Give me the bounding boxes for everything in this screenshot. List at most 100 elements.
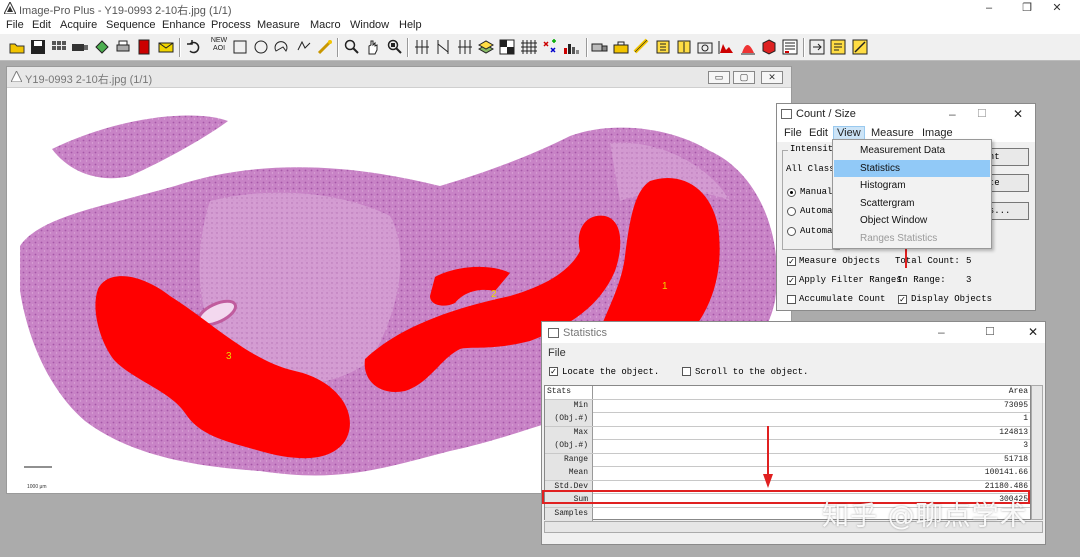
image-close-button[interactable]: ✕ — [761, 71, 783, 84]
minimize-icon[interactable]: – — [938, 325, 945, 339]
bar-tool-icon[interactable] — [434, 38, 452, 56]
undo-icon[interactable] — [185, 38, 203, 56]
report-icon[interactable] — [829, 38, 847, 56]
print-icon[interactable] — [114, 38, 132, 56]
table-row[interactable]: (Obj.#) 1 — [545, 413, 1030, 427]
minimize-icon[interactable]: – — [949, 107, 956, 121]
freehand-icon[interactable] — [295, 38, 313, 56]
color-count-icon[interactable] — [541, 38, 559, 56]
menu-edit[interactable]: Edit — [32, 19, 51, 31]
save-icon[interactable] — [29, 38, 47, 56]
menu-view[interactable]: View — [833, 126, 865, 140]
grid-tool-icon[interactable] — [456, 38, 474, 56]
row-value: 100141.66 — [984, 468, 1028, 477]
line-profile-icon[interactable] — [413, 38, 431, 56]
apply-filter-checkbox[interactable]: ✓ — [787, 276, 796, 285]
close-icon[interactable]: ✕ — [1034, 0, 1080, 17]
truck-icon[interactable] — [591, 38, 609, 56]
row-label: (Obj.#) — [545, 413, 593, 426]
histogram-icon[interactable] — [562, 38, 580, 56]
matrix-icon[interactable] — [498, 38, 516, 56]
menu-window[interactable]: Window — [350, 19, 389, 31]
row-label: Mean — [545, 467, 593, 480]
automatic-radio-1[interactable] — [787, 207, 796, 216]
menu-item-histogram[interactable]: Histogram — [834, 177, 990, 194]
points-icon[interactable] — [520, 38, 538, 56]
object-label-2: 2 — [491, 289, 497, 300]
calibrate-icon[interactable] — [612, 38, 630, 56]
list-icon[interactable] — [675, 38, 693, 56]
hist3-icon[interactable] — [739, 38, 757, 56]
menu-edit[interactable]: Edit — [806, 127, 831, 139]
app-logo-icon — [4, 2, 16, 14]
settings-icon[interactable] — [851, 38, 869, 56]
tally-icon[interactable] — [781, 38, 799, 56]
wand-icon[interactable] — [316, 38, 334, 56]
toolbar-separator — [337, 38, 339, 57]
table-row[interactable]: (Obj.#) 3 — [545, 440, 1030, 454]
image-minimize-button[interactable]: ▭ — [708, 71, 730, 84]
camera2-icon[interactable] — [696, 38, 714, 56]
zoom-fit-icon[interactable] — [386, 38, 404, 56]
menu-file[interactable]: File — [781, 127, 805, 139]
menu-measure[interactable]: Measure — [257, 19, 300, 31]
close-icon[interactable]: ✕ — [1013, 107, 1023, 121]
menu-sequence[interactable]: Sequence — [106, 19, 156, 31]
new-aoi-button[interactable]: NEW AOI — [210, 37, 228, 53]
camera-icon[interactable] — [71, 38, 89, 56]
menu-file[interactable]: File — [6, 19, 24, 31]
menu-item-measurement-data[interactable]: Measurement Data — [834, 142, 990, 159]
zoom-icon[interactable] — [343, 38, 361, 56]
menu-enhance[interactable]: Enhance — [162, 19, 205, 31]
table-row[interactable]: Range 51718 — [545, 453, 1030, 467]
image-maximize-button[interactable]: ▢ — [733, 71, 755, 84]
measure-icon[interactable] — [654, 38, 672, 56]
menu-help[interactable]: Help — [399, 19, 422, 31]
close-icon[interactable]: ✕ — [1028, 325, 1038, 339]
menu-file[interactable]: File — [548, 347, 566, 359]
ellipse-icon[interactable] — [252, 38, 270, 56]
table-row[interactable]: Max 124813 — [545, 426, 1030, 440]
toolbar-separator — [803, 38, 805, 57]
measure-objects-label: Measure Objects — [799, 256, 881, 266]
menu-item-object-window[interactable]: Object Window — [834, 212, 990, 229]
count-size-title: Count / Size — [796, 108, 856, 120]
export-icon[interactable] — [808, 38, 826, 56]
accumulate-checkbox[interactable] — [787, 295, 796, 304]
window-icon — [548, 328, 559, 338]
locate-object-checkbox[interactable]: ✓ — [549, 367, 558, 376]
vertical-scrollbar[interactable] — [1031, 385, 1043, 520]
menu-measure[interactable]: Measure — [868, 127, 917, 139]
menu-macro[interactable]: Macro — [310, 19, 341, 31]
hand-icon[interactable] — [364, 38, 382, 56]
table-row[interactable]: Min 73095 — [545, 399, 1030, 413]
maximize-icon[interactable]: ☐ — [985, 325, 995, 338]
rectangle-icon[interactable] — [231, 38, 249, 56]
measure-objects-checkbox[interactable]: ✓ — [787, 257, 796, 266]
polygon-icon[interactable] — [273, 38, 291, 56]
display-objects-checkbox[interactable]: ✓ — [898, 295, 907, 304]
maximize-icon[interactable]: ☐ — [977, 107, 987, 120]
mail-icon[interactable] — [157, 38, 175, 56]
cube-icon[interactable] — [760, 38, 778, 56]
menu-image[interactable]: Image — [919, 127, 956, 139]
open-icon[interactable] — [8, 38, 26, 56]
table-row[interactable]: Mean 100141.66 — [545, 467, 1030, 481]
menu-item-statistics[interactable]: Statistics — [834, 160, 990, 177]
scroll-object-checkbox[interactable] — [682, 367, 691, 376]
menu-item-scattergram[interactable]: Scattergram — [834, 195, 990, 212]
row-label: Samples — [545, 507, 593, 521]
ruler-icon[interactable] — [633, 38, 651, 56]
menu-acquire[interactable]: Acquire — [60, 19, 97, 31]
manual-radio[interactable] — [787, 188, 796, 197]
automatic-radio-2[interactable] — [787, 227, 796, 236]
layers-icon[interactable] — [477, 38, 495, 56]
menu-process[interactable]: Process — [211, 19, 251, 31]
histo2-icon[interactable] — [717, 38, 735, 56]
area-column-header[interactable]: Area — [594, 386, 1030, 399]
book-icon[interactable] — [135, 38, 153, 56]
grid-icon[interactable] — [50, 38, 68, 56]
statistics-title: Statistics — [563, 327, 608, 339]
statistics-menu-bar: File — [542, 343, 1045, 363]
lasso-icon[interactable] — [93, 38, 111, 56]
